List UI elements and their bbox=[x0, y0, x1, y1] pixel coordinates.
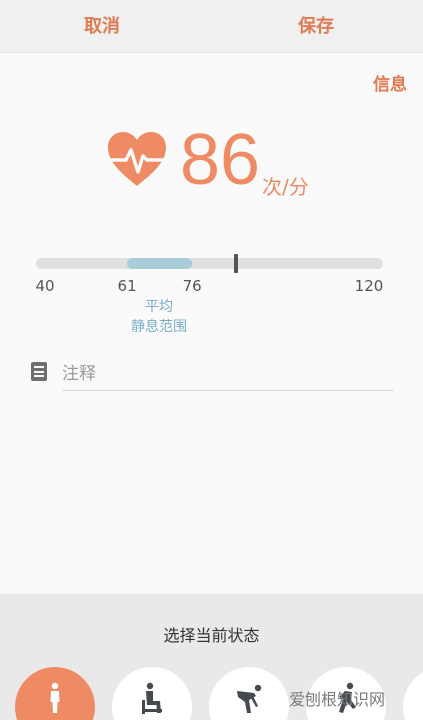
average-caption: 平均 bbox=[145, 299, 173, 315]
save-button[interactable]: 保存 bbox=[298, 12, 334, 38]
state-bending-button[interactable] bbox=[209, 667, 289, 720]
top-action-bar: 取消 保存 bbox=[0, 0, 423, 53]
heart-rate-range-track bbox=[36, 258, 383, 269]
range-min-label: 40 bbox=[35, 277, 55, 295]
resting-range-caption: 静息范围 bbox=[131, 319, 187, 335]
note-icon bbox=[31, 362, 47, 381]
status-selector-panel: 选择当前状态 爱刨根知识网 bbox=[0, 594, 423, 720]
average-low-label: 61 bbox=[117, 277, 137, 295]
sitting-person-icon bbox=[142, 682, 162, 714]
heart-rate-icon bbox=[108, 132, 166, 186]
current-value-marker bbox=[233, 254, 238, 273]
watermark-text: 爱刨根知识网 bbox=[289, 690, 386, 709]
status-selector-title: 选择当前状态 bbox=[163, 626, 260, 645]
heart-rate-value: 86 bbox=[180, 120, 261, 200]
info-link[interactable]: 信息 bbox=[373, 70, 407, 95]
bending-person-icon bbox=[237, 684, 262, 713]
state-sitting-button[interactable] bbox=[112, 667, 192, 720]
average-resting-range bbox=[127, 258, 193, 269]
average-high-label: 76 bbox=[182, 277, 202, 295]
state-more-button[interactable] bbox=[403, 667, 423, 720]
standing-person-icon bbox=[50, 682, 60, 713]
range-max-label: 120 bbox=[354, 277, 384, 295]
heart-rate-unit: 次/分 bbox=[262, 175, 309, 199]
cancel-button[interactable]: 取消 bbox=[84, 12, 120, 38]
note-input[interactable] bbox=[62, 358, 394, 391]
state-standing-button[interactable] bbox=[15, 667, 95, 720]
